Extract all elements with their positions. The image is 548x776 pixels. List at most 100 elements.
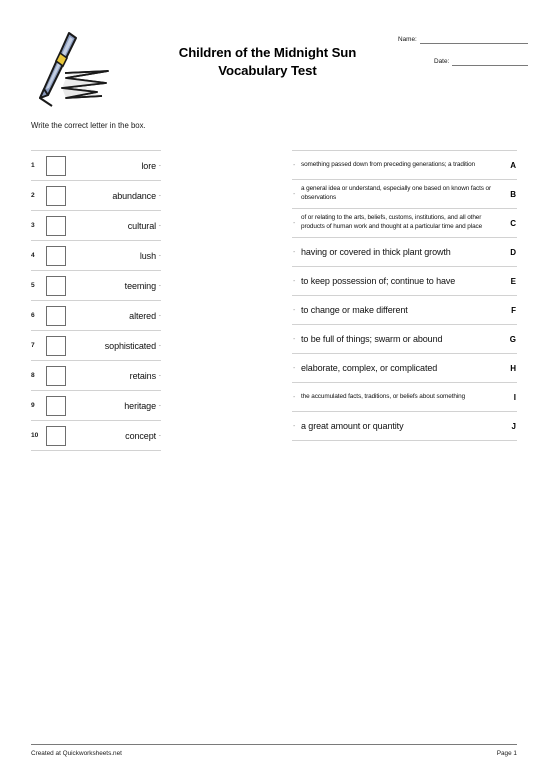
definition-text: having or covered in thick plant growth [301,246,451,257]
definition-connector-dash: - [293,306,296,314]
definition-letter: J [511,421,516,431]
word-label: sophisticated [104,340,156,351]
word-label: heritage [124,400,156,411]
word-row: 5 teeming - [31,270,161,300]
word-label: lore [141,160,156,171]
page-header: Children of the Midnight Sun Vocabulary … [0,0,548,112]
definition-letter: F [511,305,516,315]
word-label: cultural [127,220,156,231]
word-row: 7 sophisticated - [31,330,161,360]
date-label: Date: [434,58,450,65]
name-label: Name: [398,36,417,43]
word-label: teeming [124,280,156,291]
word-row: 2 abundance - [31,180,161,210]
definition-text: of or relating to the arts, beliefs, cus… [301,214,483,230]
definition-letter: D [510,247,516,257]
definition-letter: H [510,363,516,373]
word-number: 5 [31,282,35,289]
answer-box[interactable] [46,155,66,176]
definition-connector-dash: - [293,277,296,285]
definition-connector-dash: - [293,364,296,372]
footer-credit: Created at Quickworksheets.net [31,750,122,757]
definition-text: something passed down from preceding gen… [301,160,476,168]
definition-text: the accumulated facts, traditions, or be… [301,392,466,400]
word-label: retains [129,370,156,381]
answer-box[interactable] [46,275,66,296]
definition-letter: I [513,392,516,402]
fountain-pen-writing-icon [22,26,132,112]
answer-box[interactable] [46,185,66,206]
name-date-block: Name: Date: [398,36,528,80]
definition-letter: G [509,334,516,344]
definition-row: -a great amount or quantity J [292,411,517,440]
definition-row: - to keep possession of; continue to have… [292,266,517,295]
definition-letter: B [510,189,516,199]
row-connector-dash: - [158,192,161,199]
word-label: abundance [112,190,156,201]
answer-box[interactable] [46,425,66,446]
word-row: 3 cultural - [31,210,161,240]
word-number: 8 [31,372,35,379]
word-row: 10 concept - [31,420,161,450]
row-connector-dash: - [158,432,161,439]
word-row: 9 heritage - [31,390,161,420]
answer-box[interactable] [46,215,66,236]
answer-box[interactable] [46,305,66,326]
definition-connector-dash: - [293,190,296,198]
name-input-rule[interactable] [419,36,528,44]
title-line-2: Vocabulary Test [218,63,317,78]
row-connector-dash: - [158,162,161,169]
definition-text: a general idea or understand, especially… [301,185,492,201]
definition-row: - to be full of things; swarm or abound G [292,324,517,353]
definition-connector-dash: - [293,219,296,227]
definition-connector-dash: - [293,393,296,401]
word-number: 9 [31,402,35,409]
word-number: 1 [31,162,35,169]
definition-row: - something passed down from preceding ge… [292,150,517,179]
date-row: Date: [398,58,528,66]
answer-box[interactable] [46,335,66,356]
footer-page-number: Page 1 [496,750,517,757]
definition-letter: C [510,218,516,228]
row-connector-dash: - [158,222,161,229]
definition-row: - the accumulated facts, traditions, or b… [292,382,517,411]
row-connector-dash: - [158,282,161,289]
definition-text: to keep possession of; continue to have [301,275,456,286]
definition-letter: E [510,276,516,286]
definition-row: - to change or make different F [292,295,517,324]
word-number: 2 [31,192,35,199]
word-label: concept [125,430,156,441]
row-connector-dash: - [158,402,161,409]
answer-box[interactable] [46,395,66,416]
answer-box[interactable] [46,365,66,386]
word-number: 10 [31,432,39,439]
title-line-1: Children of the Midnight Sun [178,45,357,60]
definition-letter: A [510,160,516,170]
definition-connector-dash: - [293,422,296,430]
word-row: 4 lush - [31,240,161,270]
word-list: 1 lore -2 abundance -3 cultural -4 lush -5 teemin… [31,150,161,451]
definition-row: - having or covered in thick plant growth… [292,237,517,266]
word-row: 6 altered - [31,300,161,330]
date-input-rule[interactable] [452,58,528,66]
definition-row: -a general idea or understand, especiall… [292,179,517,208]
definition-text: to be full of things; swarm or abound [301,333,443,344]
definition-connector-dash: - [293,161,296,169]
answer-box[interactable] [46,245,66,266]
word-number: 3 [31,222,35,229]
word-row: 1 lore - [31,150,161,180]
row-connector-dash: - [158,372,161,379]
row-connector-dash: - [158,342,161,349]
word-label: lush [139,250,156,261]
page-footer: Created at Quickworksheets.net Page 1 [31,744,517,757]
definition-connector-dash: - [293,248,296,256]
word-number: 6 [31,312,35,319]
instruction-text: Write the correct letter in the box. [31,121,146,130]
definition-text: a great amount or quantity [301,420,404,431]
word-row: 8 retains - [31,360,161,390]
row-connector-dash: - [158,312,161,319]
definition-text: to change or make different [301,304,408,315]
word-label: altered [129,310,156,321]
definition-row: - of or relating to the arts, beliefs, cu… [292,208,517,237]
page-title: Children of the Midnight Sun Vocabulary … [140,44,395,80]
